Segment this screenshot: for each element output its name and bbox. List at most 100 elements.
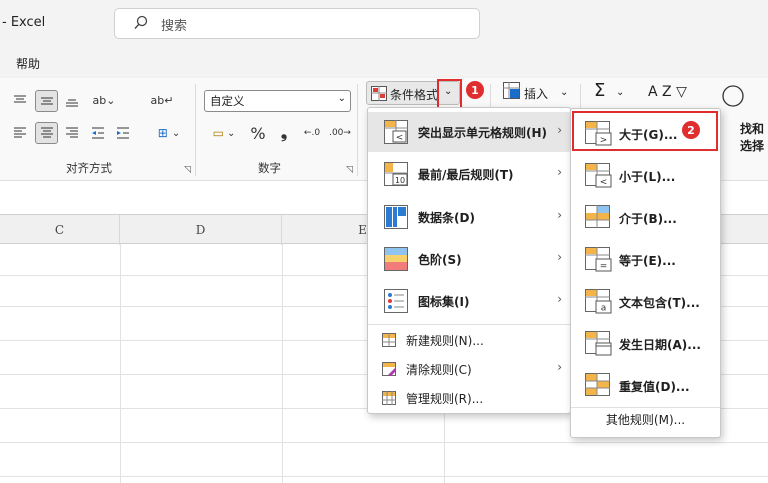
svg-text:a: a <box>601 304 607 314</box>
align-middle-icon[interactable] <box>35 90 58 112</box>
align-right-icon[interactable] <box>62 123 82 143</box>
submenu-item-label: 小于(L)... <box>619 170 676 184</box>
group-divider <box>195 84 196 176</box>
number-format-value: 自定义 <box>210 94 245 108</box>
menu-item-label: 最前/最后规则(T) <box>418 168 514 182</box>
chevron-down-icon[interactable]: ⌄ <box>444 86 452 97</box>
submenu-item-more-rules[interactable]: 其他规则(M)... <box>571 411 720 428</box>
grid-line <box>0 476 768 477</box>
find-select-icon[interactable] <box>720 84 746 110</box>
menu-item-label: 色阶(S) <box>418 253 462 267</box>
menu-item-new-rule[interactable]: 新建规则(N)... <box>368 326 570 354</box>
column-header-d[interactable]: D <box>120 215 282 245</box>
alignment-launcher-icon[interactable]: ◹ <box>184 165 191 175</box>
autosum-icon[interactable]: Σ <box>594 80 605 101</box>
chevron-right-icon: › <box>557 123 562 137</box>
conditional-formatting-icon <box>371 86 387 101</box>
conditional-formatting-label: 条件格式 <box>390 88 439 102</box>
decrease-decimal-icon[interactable]: .00→ <box>329 123 351 143</box>
chevron-right-icon: › <box>557 360 562 374</box>
svg-text:10: 10 <box>395 176 405 185</box>
menu-item-data-bars[interactable]: 数据条(D) › <box>368 197 570 237</box>
submenu-item-duplicate-values[interactable]: 重复值(D)... <box>571 365 720 407</box>
menu-divider <box>368 324 570 325</box>
grid-line <box>282 244 283 483</box>
menu-item-icon-sets[interactable]: 图标集(I) › <box>368 281 570 321</box>
step-badge-2: 2 <box>682 121 700 139</box>
grid-line <box>0 442 768 443</box>
menu-item-top-bottom-rules[interactable]: 10 最前/最后规则(T) › <box>368 154 570 194</box>
between-icon <box>585 205 610 228</box>
increase-indent-icon[interactable] <box>113 123 133 143</box>
svg-text:=: = <box>600 262 608 272</box>
number-group-label: 数字 <box>258 161 281 175</box>
menu-divider <box>571 407 720 408</box>
submenu-item-equal-to[interactable]: = 等于(E)... <box>571 239 720 281</box>
highlight-cells-submenu: > 大于(G)... < 小于(L)... 介于(B)... = 等于(E)..… <box>570 108 721 438</box>
less-than-icon: < <box>585 163 612 188</box>
chevron-down-icon: ⌄ <box>337 93 346 104</box>
menu-item-color-scales[interactable]: 色阶(S) › <box>368 239 570 279</box>
menu-item-label: 突出显示单元格规则(H) <box>418 126 548 140</box>
svg-text:<: < <box>600 178 608 188</box>
decrease-indent-icon[interactable] <box>88 123 108 143</box>
align-bottom-icon[interactable] <box>62 91 82 111</box>
data-bars-icon <box>384 205 408 229</box>
menu-item-manage-rules[interactable]: 管理规则(R)... <box>368 384 570 412</box>
sort-filter-icon[interactable]: A Z ▽ <box>648 84 687 100</box>
window-title: - Excel <box>2 15 46 30</box>
menu-item-highlight-cells-rules[interactable]: < 突出显示单元格规则(H) › <box>368 112 570 152</box>
submenu-item-label: 介于(B)... <box>619 212 677 226</box>
accounting-format-icon[interactable]: ▭ ⌄ <box>206 123 242 143</box>
equal-to-icon: = <box>585 247 612 272</box>
find-select-label[interactable]: 找和选择 <box>740 120 768 154</box>
tab-help[interactable]: 帮助 <box>16 55 40 72</box>
color-scales-icon <box>384 247 408 271</box>
chevron-down-icon[interactable]: ⌄ <box>616 87 624 98</box>
column-header-c[interactable]: C <box>0 215 120 245</box>
date-occurring-icon <box>585 331 612 356</box>
text-orientation-icon[interactable]: ab⌄ <box>88 90 120 110</box>
menu-item-label: 图标集(I) <box>418 295 470 309</box>
submenu-item-label: 重复值(D)... <box>619 380 690 394</box>
menu-item-clear-rules[interactable]: 清除规则(C) › <box>368 355 570 383</box>
submenu-item-text-contains[interactable]: a 文本包含(T)... <box>571 281 720 323</box>
icon-sets-icon <box>384 289 408 313</box>
group-divider <box>357 84 358 176</box>
menu-item-label: 数据条(D) <box>418 211 475 225</box>
svg-text:<: < <box>396 133 404 143</box>
menu-bar: 帮助 <box>0 48 768 78</box>
align-center-icon[interactable] <box>35 122 58 144</box>
text-contains-icon: a <box>585 289 612 314</box>
percent-style-icon[interactable]: % <box>248 123 268 143</box>
chevron-right-icon: › <box>557 292 562 306</box>
submenu-item-label: 文本包含(T)... <box>619 296 700 310</box>
submenu-item-label: 发生日期(A)... <box>619 338 701 352</box>
align-top-icon[interactable] <box>10 91 30 111</box>
submenu-item-between[interactable]: 介于(B)... <box>571 197 720 239</box>
insert-cells-icon[interactable] <box>503 82 520 99</box>
comma-style-icon[interactable]: ❟ <box>274 123 294 143</box>
number-format-select[interactable]: 自定义 ⌄ <box>204 90 351 112</box>
manage-rules-icon <box>382 391 396 405</box>
number-launcher-icon[interactable]: ◹ <box>346 165 353 175</box>
conditional-formatting-menu: < 突出显示单元格规则(H) › 10 最前/最后规则(T) › 数据条(D) … <box>367 107 571 414</box>
new-rule-icon <box>382 333 396 347</box>
align-left-icon[interactable] <box>10 123 30 143</box>
step-badge-1: 1 <box>466 81 484 99</box>
submenu-item-date-occurring[interactable]: 发生日期(A)... <box>571 323 720 365</box>
insert-label[interactable]: 插入 <box>524 85 548 102</box>
chevron-down-icon[interactable]: ⌄ <box>560 87 568 98</box>
search-input[interactable]: 搜索 <box>114 8 480 39</box>
title-bar: - Excel 搜索 <box>0 0 768 48</box>
wrap-text-icon[interactable]: ab↵ <box>151 90 174 110</box>
merge-center-icon[interactable]: ⊞ ⌄ <box>152 123 186 143</box>
submenu-item-label: 等于(E)... <box>619 254 676 268</box>
highlight-cells-icon: < <box>384 120 408 144</box>
menu-item-label: 管理规则(R)... <box>406 392 484 406</box>
menu-item-label: 清除规则(C) <box>406 363 472 377</box>
clear-rules-icon <box>382 362 396 376</box>
increase-decimal-icon[interactable]: ←.0 <box>302 123 322 143</box>
top-bottom-icon: 10 <box>384 162 408 186</box>
submenu-item-less-than[interactable]: < 小于(L)... <box>571 155 720 197</box>
